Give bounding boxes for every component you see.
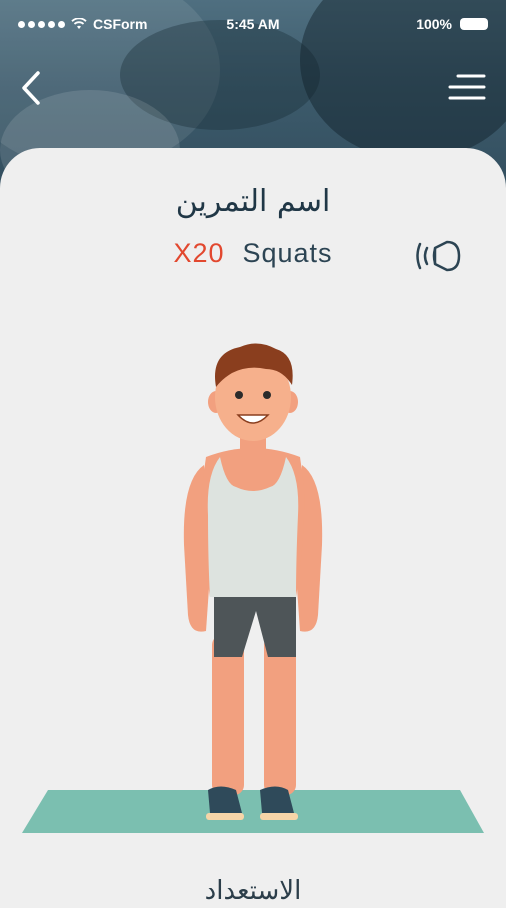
battery-percent: 100% [416, 16, 452, 32]
ready-label: الاستعداد [204, 876, 302, 906]
exercise-title: اسم التمرين [175, 184, 331, 219]
status-bar: CSForm 5:45 AM 100% [0, 0, 506, 50]
battery-icon [460, 18, 488, 30]
exercise-illustration [22, 343, 484, 833]
chevron-left-icon [22, 71, 40, 105]
hamburger-menu-icon [448, 74, 486, 100]
speaker-icon [416, 240, 461, 272]
sound-button[interactable] [415, 238, 463, 274]
menu-button[interactable] [448, 72, 486, 102]
back-button[interactable] [16, 70, 46, 106]
exercise-name: Squats [242, 238, 333, 268]
reps-count: X20 [173, 238, 225, 268]
status-right: 100% [416, 16, 488, 32]
exercise-mat [22, 790, 484, 833]
